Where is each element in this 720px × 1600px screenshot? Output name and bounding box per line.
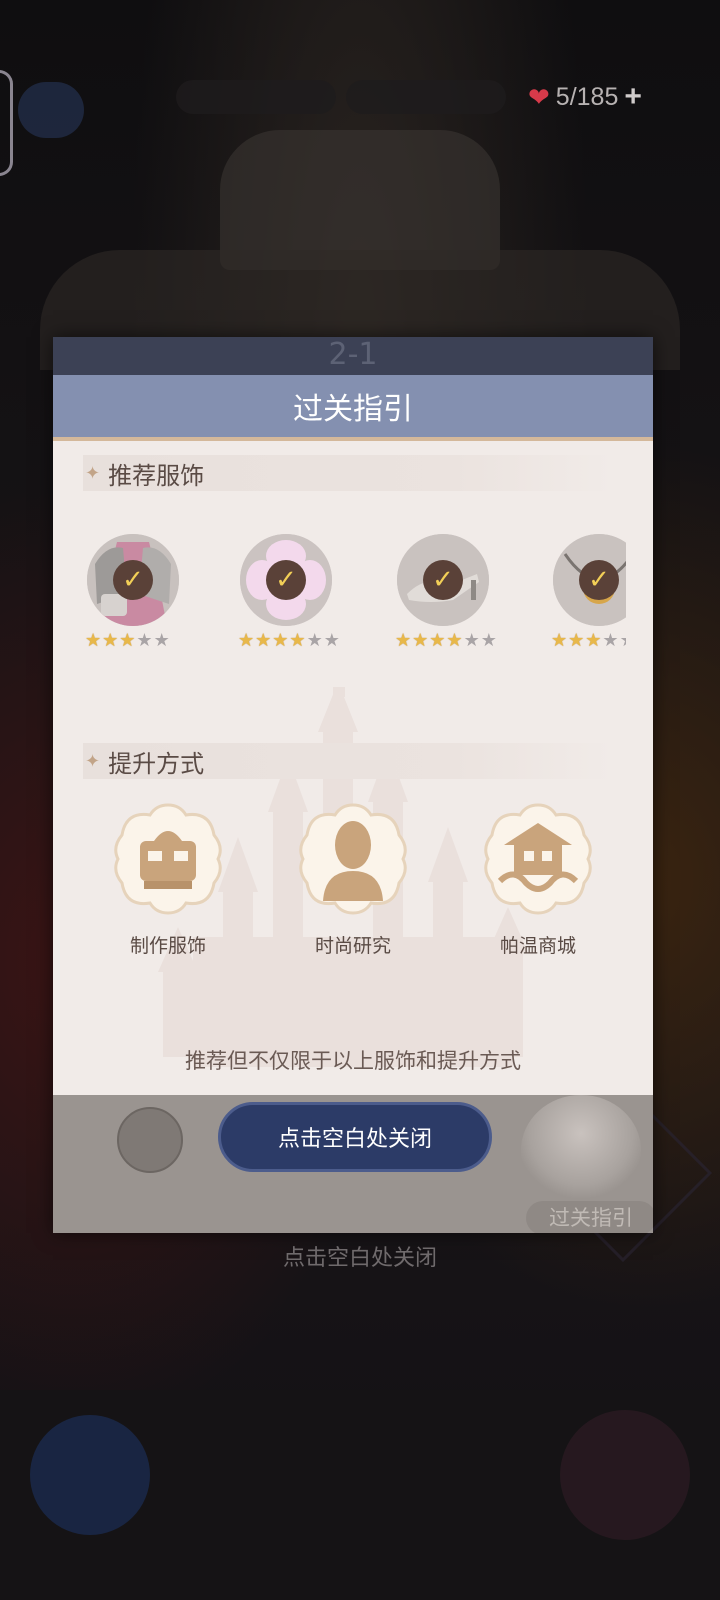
method-pawen-shop[interactable]: 帕温商城	[458, 801, 618, 958]
ghost-guide-button: 过关指引	[526, 1201, 653, 1233]
sparkle-icon: ✦	[85, 750, 101, 772]
improve-section-title: 提升方式	[108, 749, 205, 778]
item-thumbnail: ✓	[553, 534, 626, 626]
star-rating: ★★★★★	[85, 630, 170, 651]
recommended-section-header: ✦ 推荐服饰	[83, 455, 613, 491]
owned-check-badge: ✓	[113, 560, 153, 600]
recommended-items-list[interactable]: ✓ ★ ★ ★ ★ ★ ✓ ★ ★ ★ ★ ★ ★ ✓ ★ ★ ★ ★ ★ ★ …	[83, 534, 626, 664]
stage-guide-dialog: 2-1 过关指引 ✦ 推荐服饰 ✓ ★ ★ ★ ★ ★ ✓ ★ ★ ★ ★ ★ …	[53, 337, 653, 1233]
item-thumbnail: ✓	[87, 534, 179, 626]
stamina-value: 5/185	[555, 82, 619, 111]
ghost-level-label: 2-1	[328, 337, 378, 372]
item-thumbnail: ✓	[240, 534, 332, 626]
dialog-title: 过关指引	[293, 392, 413, 427]
improve-methods: 制作服饰 时尚研究 帕温商城	[53, 801, 653, 971]
sparkle-icon: ✦	[85, 462, 101, 484]
dialog-ghost-strip: 2-1	[53, 337, 653, 375]
resource-pill-hearts	[176, 80, 336, 114]
improve-section-header: ✦ 提升方式	[83, 743, 613, 779]
method-label: 制作服饰	[129, 935, 206, 957]
shop-icon	[484, 803, 592, 915]
side-tab[interactable]	[0, 70, 13, 176]
heart-icon: ❤	[528, 81, 550, 112]
fairy-character	[521, 1095, 641, 1205]
star-rating: ★ ★ ★ ★ ★ ★	[238, 630, 340, 651]
resource-pill-coins	[346, 80, 506, 114]
ranking-podium-icon	[117, 1107, 183, 1173]
recommendation-note: 推荐但不仅限于以上服饰和提升方式	[185, 1049, 521, 1073]
stamina-counter: ❤ 5/185 +	[528, 80, 642, 114]
close-tip-text: 点击空白处关闭	[282, 1246, 437, 1271]
background-cake	[220, 130, 500, 270]
owned-check-badge: ✓	[266, 560, 306, 600]
item-thumbnail: ✓	[397, 534, 489, 626]
bottom-right-button[interactable]	[560, 1410, 690, 1540]
sewing-machine-icon	[114, 803, 222, 915]
checkmark-icon: ✓	[122, 565, 144, 595]
star-rating: ★ ★ ★ ★ ★ ★	[395, 630, 497, 651]
checkmark-icon: ✓	[275, 565, 297, 595]
method-label: 时尚研究	[314, 935, 391, 957]
checkmark-icon: ✓	[588, 565, 610, 595]
owned-check-badge: ✓	[423, 560, 463, 600]
dialog-header: 过关指引	[53, 375, 653, 441]
close-button[interactable]: 点击空白处关闭	[218, 1102, 492, 1172]
method-label: 帕温商城	[499, 935, 576, 957]
method-fashion-research[interactable]: 时尚研究	[273, 801, 433, 958]
method-craft-clothing[interactable]: 制作服饰	[88, 801, 248, 958]
star-rating: ★★★★★	[551, 630, 626, 651]
back-button[interactable]	[18, 82, 84, 138]
checkmark-icon: ✓	[432, 565, 454, 595]
owned-check-badge: ✓	[579, 560, 619, 600]
bottom-left-button[interactable]	[30, 1415, 150, 1535]
add-stamina-icon[interactable]: +	[624, 80, 642, 114]
silhouette-icon	[299, 803, 407, 915]
recommended-section-title: 推荐服饰	[108, 461, 205, 490]
